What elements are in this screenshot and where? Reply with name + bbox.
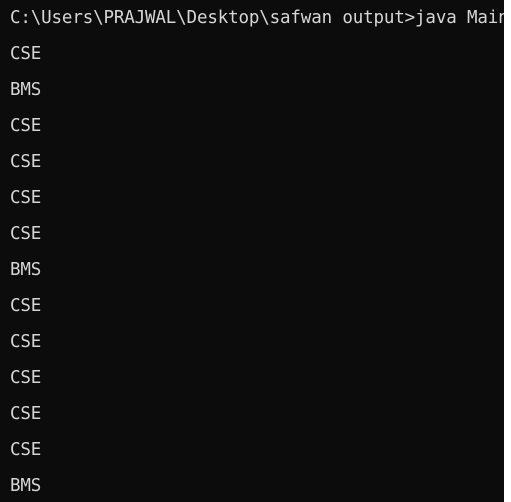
output-line: CSE [10,296,42,316]
output-line: CSE [10,404,42,424]
command-prompt-line: C:\Users\PRAJWAL\Desktop\safwan output>j… [10,8,504,28]
output-line: BMS [10,80,42,100]
output-line: BMS [10,260,42,280]
output-line: BMS [10,476,42,496]
terminal-window[interactable]: C:\Users\PRAJWAL\Desktop\safwan output>j… [0,0,504,502]
output-line: CSE [10,152,42,172]
output-line: CSE [10,116,42,136]
output-line: CSE [10,332,42,352]
output-line: CSE [10,188,42,208]
output-line: CSE [10,44,42,64]
output-line: CSE [10,224,42,244]
output-line: CSE [10,368,42,388]
output-line: CSE [10,440,42,460]
